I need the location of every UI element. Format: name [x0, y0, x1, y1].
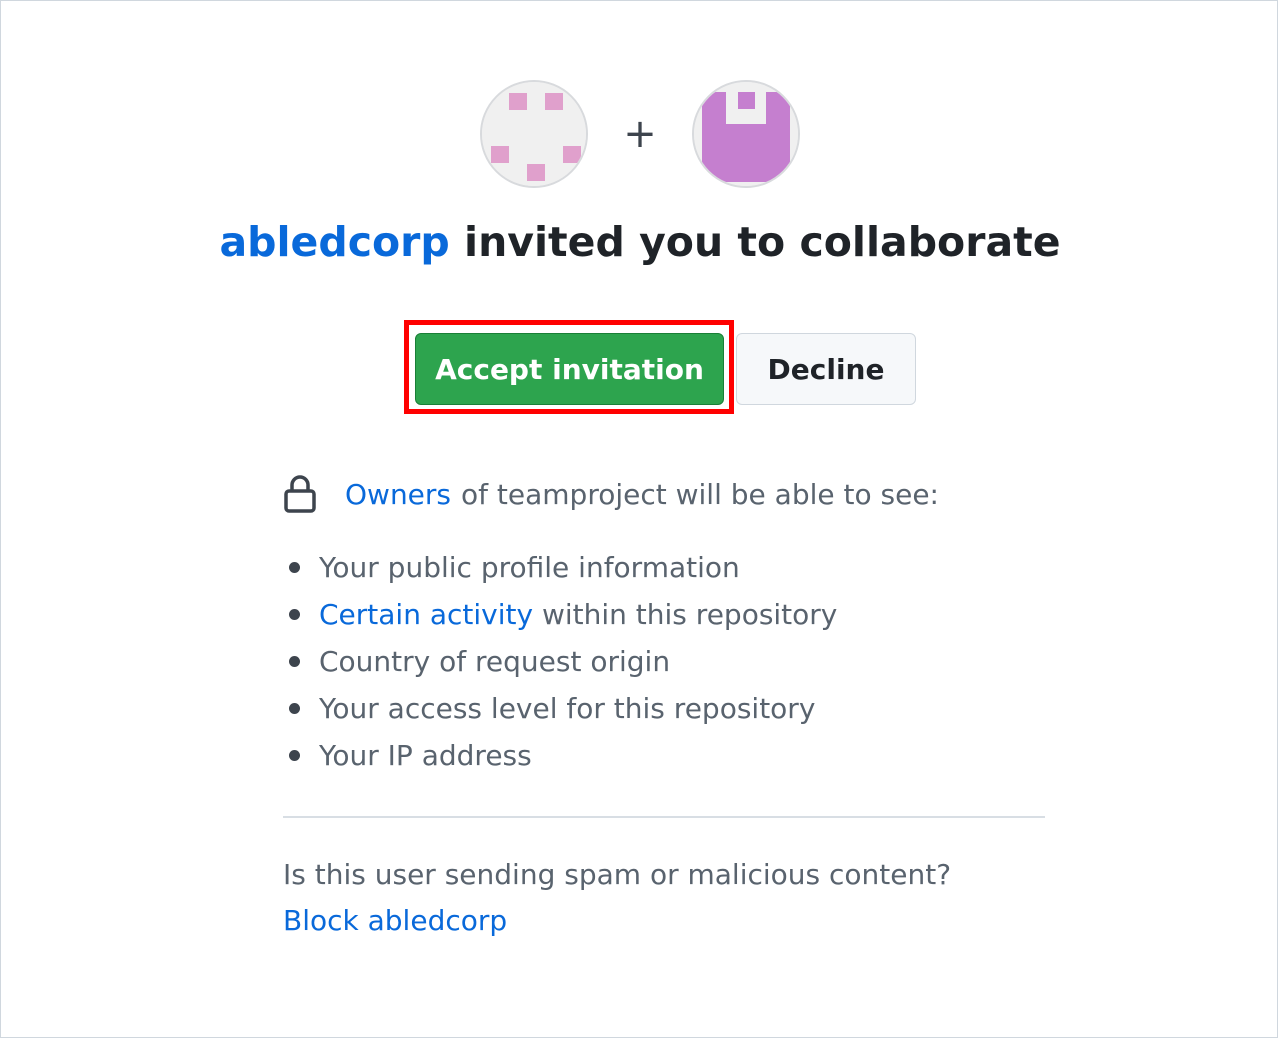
owners-link[interactable]: Owners: [345, 478, 451, 511]
identicon-image: [482, 82, 586, 186]
list-item: Your IP address: [283, 732, 837, 779]
repository-avatar[interactable]: [692, 80, 800, 188]
avatar-pair: +: [0, 80, 1280, 188]
certain-activity-link[interactable]: Certain activity: [319, 598, 533, 631]
visible-info-list: Your public profile information Certain …: [283, 544, 837, 779]
spam-question: Is this user sending spam or malicious c…: [283, 858, 952, 891]
list-item: Certain activity within this repository: [283, 591, 837, 638]
block-user-link[interactable]: Block abledcorp: [283, 904, 507, 937]
lock-icon: [284, 475, 316, 513]
inviter-avatar[interactable]: [480, 80, 588, 188]
visibility-text: of teamproject will be able to see:: [461, 477, 939, 511]
visibility-notice: Owners of teamproject will be able to se…: [283, 474, 1043, 514]
list-item: Country of request origin: [283, 638, 837, 685]
inviter-link[interactable]: abledcorp: [219, 218, 449, 266]
list-item-text: Your access level for this repository: [319, 692, 816, 725]
list-item-text: Your IP address: [319, 739, 532, 772]
list-item-text: Your public profile information: [319, 551, 740, 584]
invitation-headline: abledcorp invited you to collaborate: [0, 218, 1280, 266]
list-item-text: Country of request origin: [319, 645, 671, 678]
decline-button[interactable]: Decline: [736, 333, 916, 405]
list-item: Your public profile information: [283, 544, 837, 591]
list-item: Your access level for this repository: [283, 685, 837, 732]
plus-sign: +: [623, 111, 657, 157]
section-divider: [283, 816, 1045, 818]
list-item-text: within this repository: [541, 598, 838, 631]
headline-text: invited you to collaborate: [464, 218, 1061, 266]
identicon-image: [694, 82, 798, 186]
accept-invitation-button[interactable]: Accept invitation: [415, 333, 724, 405]
